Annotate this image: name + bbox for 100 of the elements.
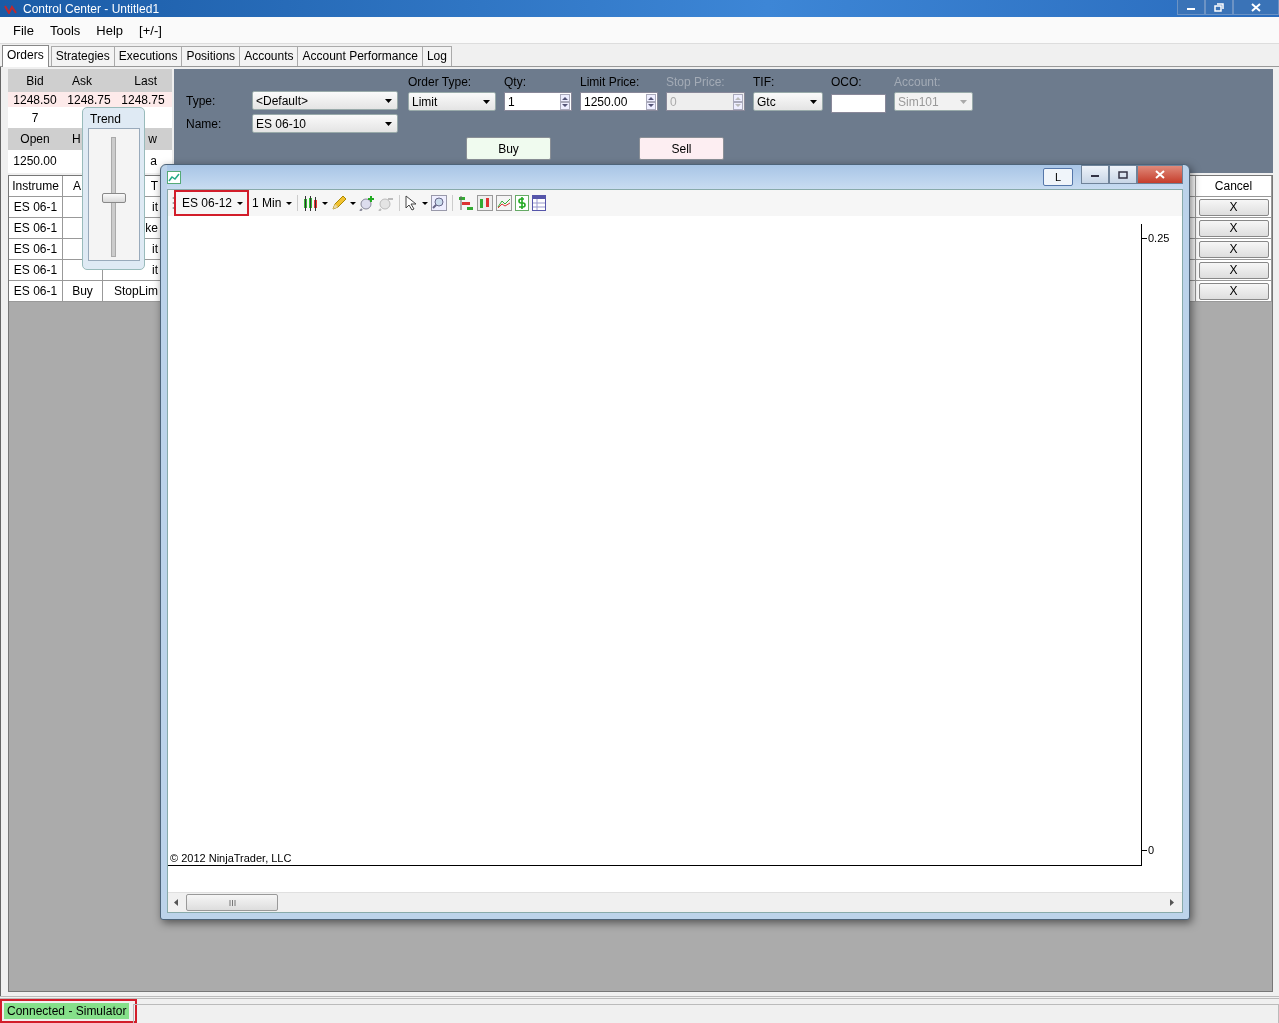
column-header: w — [147, 132, 158, 146]
popup-title: Trend — [90, 111, 121, 128]
column-header: Ask — [71, 73, 93, 88]
window-title: Control Center - Untitled1 — [23, 1, 160, 16]
buy-button[interactable]: Buy — [466, 137, 551, 160]
spin-arrows-icon — [733, 93, 743, 110]
dropdown[interactable]: Gtc — [753, 92, 823, 111]
column-header: Bid — [25, 73, 45, 88]
table-cell: ES 06-1 — [9, 239, 63, 260]
table-cell: ES 06-1 — [9, 218, 63, 239]
pencil-icon[interactable] — [331, 195, 348, 211]
dropdown: Sim101 — [894, 92, 973, 111]
field-label: Type: — [186, 93, 217, 108]
menu-item[interactable]: [+/-] — [132, 22, 171, 38]
table-cell: ES 06-1 — [9, 281, 63, 302]
caret-icon — [385, 98, 392, 103]
spin-arrows-icon — [646, 93, 656, 110]
dropdown[interactable]: Limit — [408, 92, 496, 111]
field-label: TIF: — [753, 75, 776, 89]
table-icon[interactable] — [532, 195, 547, 211]
tab[interactable]: Orders — [2, 45, 49, 67]
field-label: Limit Price: — [580, 75, 641, 89]
caret-icon — [350, 201, 357, 205]
cancel-button[interactable]: X — [1198, 282, 1269, 300]
column-header[interactable]: Instrume — [9, 176, 63, 197]
pin-button[interactable]: L — [1043, 168, 1073, 186]
cancel-button[interactable]: X — [1198, 261, 1269, 279]
field-label: OCO: — [831, 75, 863, 89]
table-cell: Buy — [63, 281, 103, 302]
tab[interactable]: Strategies — [50, 46, 115, 66]
maximize-button[interactable] — [1109, 165, 1137, 184]
zoom-in-icon[interactable] — [359, 195, 376, 211]
field-label: Order Type: — [408, 75, 473, 89]
spinner-field[interactable]: 1250.00 — [580, 92, 658, 111]
close-button[interactable] — [1137, 165, 1183, 184]
table-cell-text: 1250.00 — [12, 153, 58, 168]
tab[interactable]: Log — [421, 46, 452, 66]
line-chart-icon[interactable] — [496, 195, 513, 211]
caret-icon — [960, 99, 967, 104]
table-cell: StopLim — [103, 281, 161, 302]
caret-icon — [385, 121, 392, 126]
column-header[interactable]: Cancel — [1196, 176, 1272, 197]
dropdown[interactable]: ES 06-10 — [252, 114, 398, 133]
bar-chart-icon[interactable] — [458, 195, 475, 211]
table-cell-text: 1248.75 — [120, 92, 166, 107]
minimize-button[interactable] — [1081, 165, 1109, 184]
cancel-button[interactable]: X — [1198, 240, 1269, 258]
table-cell-text: 1248.75 — [66, 92, 112, 107]
slider-thumb[interactable] — [102, 193, 126, 203]
caret-icon — [810, 99, 817, 104]
copyright-text: © 2012 NinjaTrader, LLC — [170, 852, 292, 865]
menu-item[interactable]: Help — [89, 22, 133, 38]
dollar-icon[interactable] — [515, 195, 530, 211]
chart-icon — [167, 170, 181, 184]
magnifier-icon[interactable] — [431, 195, 448, 211]
field-label: Qty: — [504, 75, 527, 89]
candlestick-icon[interactable] — [303, 195, 320, 211]
menu-item[interactable]: File — [6, 22, 43, 38]
dropdown[interactable]: <Default> — [252, 91, 398, 110]
column-header: H — [71, 132, 82, 146]
candles-icon[interactable] — [477, 195, 494, 211]
column-header: Open — [19, 132, 51, 146]
caret-icon — [483, 99, 490, 104]
scroll-right-icon[interactable] — [1170, 899, 1174, 906]
restore-icon — [1214, 2, 1224, 12]
field-label: Name: — [186, 116, 223, 131]
caret-icon — [422, 201, 429, 205]
close-button[interactable] — [1233, 0, 1279, 15]
sell-button[interactable]: Sell — [639, 137, 724, 160]
table-cell-text: 1248.50 — [12, 92, 58, 107]
minimize-button[interactable] — [1177, 0, 1205, 15]
table-cell-text: 7 — [30, 110, 40, 125]
close-icon — [1251, 2, 1261, 12]
maximize-icon — [1118, 170, 1128, 179]
grip-icon — [172, 196, 175, 210]
menu-item[interactable]: Tools — [42, 22, 90, 38]
instrument-dropdown[interactable]: ES 06-12 — [182, 196, 244, 210]
scroll-left-icon[interactable] — [174, 899, 178, 906]
column-header: Last — [133, 73, 158, 88]
app-logo-icon — [4, 3, 18, 14]
spinner-field[interactable]: 1 — [504, 92, 572, 111]
axis-label: 0.25 — [1147, 232, 1170, 244]
connection-status: Connected - Simulator — [4, 1003, 130, 1019]
restore-button[interactable] — [1205, 0, 1233, 15]
scroll-thumb[interactable] — [186, 894, 278, 911]
close-icon — [1155, 170, 1165, 179]
cancel-button[interactable]: X — [1198, 198, 1269, 216]
cancel-button[interactable]: X — [1198, 219, 1269, 237]
caret-icon — [286, 201, 293, 205]
axis-label: 0 — [1147, 844, 1155, 856]
interval-dropdown[interactable]: 1 Min — [252, 196, 293, 210]
caret-icon — [322, 201, 329, 205]
grip-icon — [228, 899, 236, 906]
input-field[interactable] — [831, 94, 886, 113]
horizontal-scrollbar[interactable] — [168, 892, 1182, 912]
caret-icon — [237, 201, 244, 205]
table-cell: ES 06-1 — [9, 260, 63, 281]
spinner-field: 0 — [666, 92, 745, 111]
table-cell-text: a — [149, 153, 158, 168]
spin-arrows-icon — [560, 93, 570, 110]
